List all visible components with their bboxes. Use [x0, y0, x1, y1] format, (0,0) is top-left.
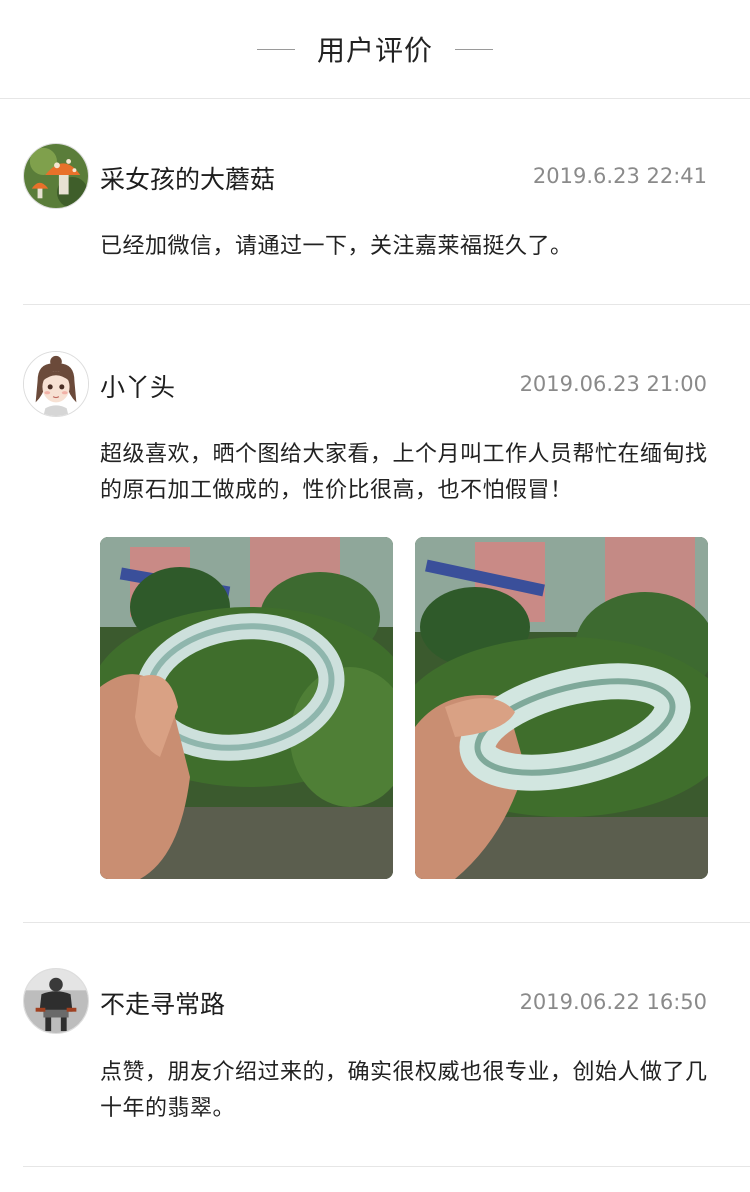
review-content: 点赞，朋友介绍过来的，确实很权威也很专业，创始人做了几十年的翡翠。: [100, 1060, 708, 1121]
user-avatar[interactable]: [23, 968, 89, 1034]
person-icon: [24, 969, 88, 1033]
review-divider: [23, 1166, 750, 1167]
review-item: 不走寻常路 2019.06.22 16:50 点赞，朋友介绍过来的，确实很权威也…: [0, 0, 750, 1168]
username: 不走寻常路: [100, 990, 226, 1019]
review-time: 2019.06.22 16:50: [519, 990, 707, 1014]
